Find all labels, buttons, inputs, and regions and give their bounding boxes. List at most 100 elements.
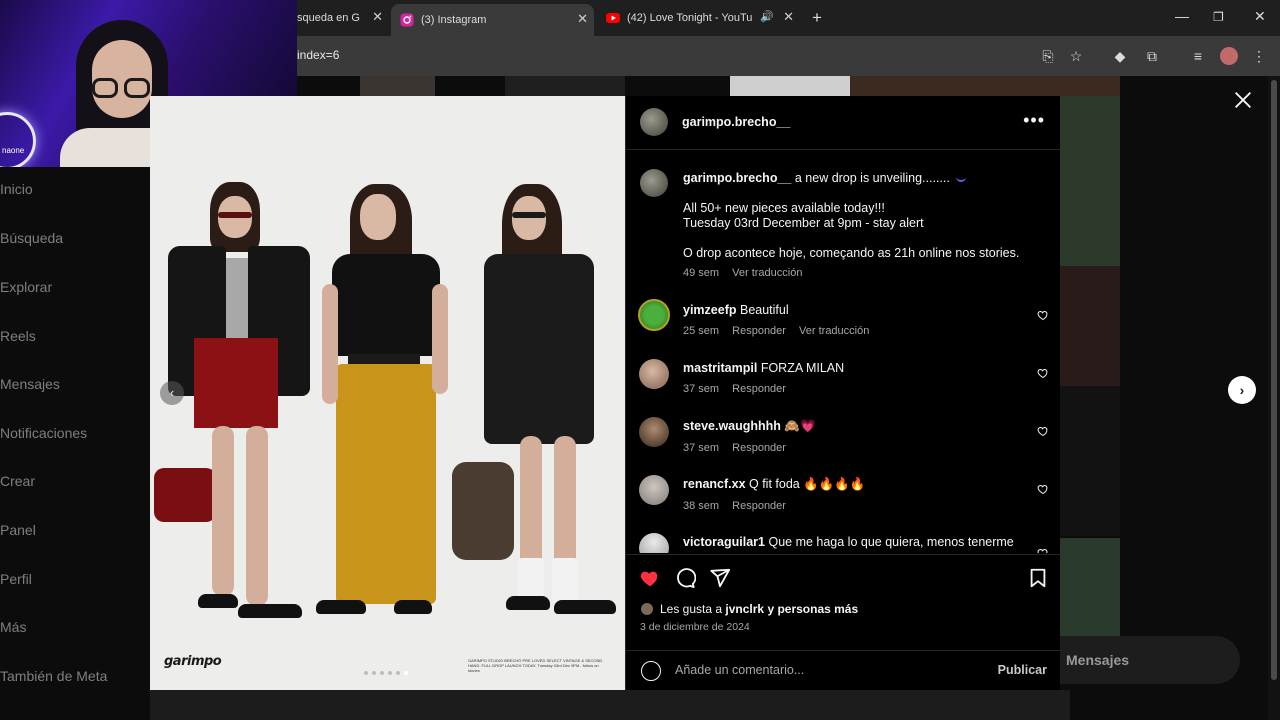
post-author-username[interactable]: garimpo.brecho__ bbox=[682, 115, 790, 129]
emoji-picker-icon[interactable] bbox=[641, 661, 661, 681]
media-controls-icon[interactable]: ≡ bbox=[1189, 47, 1207, 65]
comment-avatar[interactable] bbox=[639, 533, 669, 553]
install-app-icon[interactable]: ⎘ bbox=[1039, 47, 1057, 65]
caption-author-avatar[interactable] bbox=[640, 169, 668, 197]
minimize-icon[interactable]: — bbox=[1175, 8, 1189, 24]
next-post-button[interactable]: › bbox=[1228, 376, 1256, 404]
tab-youtube[interactable]: (42) Love Tonight - YouTub 🔊 ✕ bbox=[606, 6, 802, 30]
background-thumbnail bbox=[150, 690, 1070, 720]
sidebar-item-busqueda[interactable]: Búsqueda bbox=[0, 230, 63, 246]
page-scrollbar[interactable] bbox=[1268, 76, 1280, 720]
post-author-avatar[interactable] bbox=[640, 108, 668, 136]
post-image[interactable]: garimpo GARIMPO STUDIO BRECHÓ PRE LOVED … bbox=[150, 96, 625, 690]
comment-item: yimzeefp Beautiful 25 sem Responder Ver … bbox=[626, 299, 1061, 351]
bookmark-star-icon[interactable]: ☆ bbox=[1067, 47, 1085, 65]
save-bookmark-icon[interactable] bbox=[1027, 567, 1049, 589]
sidebar-item-mensajes[interactable]: Mensajes bbox=[0, 376, 60, 392]
comment-item: steve.waughhhh 🙈💗 37 sem Responder bbox=[626, 417, 1061, 467]
background-thumbnail bbox=[1060, 266, 1120, 386]
sidebar-item-inicio[interactable]: Inicio bbox=[0, 181, 33, 197]
extension-diamond-icon[interactable]: ◆ bbox=[1111, 47, 1129, 65]
likes-suffix[interactable]: y personas más bbox=[767, 602, 858, 616]
comment-item: renancf.xx Q fit foda 🔥🔥🔥🔥 38 sem Respon… bbox=[626, 475, 1061, 525]
likes-user[interactable]: jvnclrk bbox=[725, 602, 764, 616]
tab-instagram-title: (3) Instagram bbox=[421, 14, 487, 26]
comment-time: 38 sem bbox=[683, 500, 720, 512]
comment-username[interactable]: victoraguilar1 bbox=[683, 535, 765, 549]
comment-avatar[interactable] bbox=[639, 417, 669, 447]
sidebar-item-crear[interactable]: Crear bbox=[0, 473, 35, 489]
like-comment-heart-icon[interactable] bbox=[1037, 547, 1049, 553]
url-text[interactable]: index=6 bbox=[297, 48, 339, 62]
caption-line-4: O drop acontece hoje, começando as 21h o… bbox=[683, 246, 1020, 260]
comment-username[interactable]: steve.waughhhh bbox=[683, 419, 781, 433]
background-thumbnail bbox=[1060, 538, 1120, 648]
background-thumbnail bbox=[1060, 386, 1120, 536]
likes-prefix: Les gusta a bbox=[660, 602, 723, 616]
reply-link[interactable]: Responder bbox=[732, 325, 786, 337]
messages-pill-label: Mensajes bbox=[1066, 652, 1130, 668]
ring-light-label: naone bbox=[2, 146, 25, 155]
like-heart-icon[interactable] bbox=[639, 567, 661, 589]
close-icon[interactable]: ✕ bbox=[372, 9, 383, 25]
profile-avatar-icon[interactable] bbox=[1220, 47, 1238, 65]
publish-button[interactable]: Publicar bbox=[998, 663, 1047, 677]
screen: Inicio Búsqueda Explorar Reels Mensajes … bbox=[0, 0, 1280, 720]
sidebar-item-panel[interactable]: Panel bbox=[0, 522, 36, 538]
comment-time: 37 sem bbox=[683, 383, 720, 395]
window-close-icon[interactable]: ✕ bbox=[1254, 8, 1266, 25]
new-tab-button[interactable]: + bbox=[812, 8, 822, 28]
sidebar-item-notificaciones[interactable]: Notificaciones bbox=[0, 425, 87, 441]
comment-text: FORZA MILAN bbox=[760, 361, 845, 375]
liker-avatar[interactable] bbox=[640, 602, 654, 616]
sidebar-item-mas[interactable]: Más bbox=[0, 619, 26, 635]
caption-username[interactable]: garimpo.brecho__ bbox=[683, 171, 791, 185]
sidebar-item-reels[interactable]: Reels bbox=[0, 328, 36, 344]
add-comment-input[interactable]: Añade un comentario... bbox=[675, 663, 804, 677]
share-paper-plane-icon[interactable] bbox=[709, 567, 731, 589]
more-options-icon[interactable]: ••• bbox=[1023, 110, 1045, 131]
close-icon[interactable]: ✕ bbox=[783, 9, 794, 25]
background-thumbnail bbox=[1060, 96, 1120, 266]
close-icon[interactable] bbox=[1232, 89, 1254, 111]
comment-username[interactable]: yimzeefp bbox=[683, 303, 737, 317]
carousel-dot-active bbox=[404, 671, 408, 675]
sidebar-item-perfil[interactable]: Perfil bbox=[0, 571, 32, 587]
post-side-panel: garimpo.brecho__ ••• garimpo.brecho__ a … bbox=[625, 96, 1061, 690]
comment-text: Beautiful bbox=[739, 303, 789, 317]
speaker-icon[interactable]: 🔊 bbox=[760, 10, 774, 23]
sidebar-item-tambien-de-meta[interactable]: También de Meta bbox=[0, 668, 107, 684]
browser-menu-icon[interactable]: ⋮ bbox=[1250, 47, 1268, 65]
tab-search[interactable]: squeda en G ✕ bbox=[297, 6, 389, 30]
like-comment-heart-icon[interactable] bbox=[1037, 483, 1049, 495]
close-icon[interactable]: ✕ bbox=[577, 11, 588, 27]
tab-instagram[interactable]: (3) Instagram ✕ bbox=[391, 4, 594, 36]
previous-image-button[interactable]: ‹ bbox=[160, 381, 184, 405]
translate-link[interactable]: Ver traducción bbox=[799, 325, 869, 337]
messages-pill[interactable]: Mensajes bbox=[1040, 636, 1240, 684]
reply-link[interactable]: Responder bbox=[732, 383, 786, 395]
comment-bubble-icon[interactable] bbox=[674, 567, 696, 589]
caption-translate-link[interactable]: Ver traducción bbox=[732, 267, 802, 279]
comment-username[interactable]: mastritampil bbox=[683, 361, 757, 375]
carousel-dot bbox=[396, 671, 400, 675]
like-comment-heart-icon[interactable] bbox=[1037, 367, 1049, 379]
reply-link[interactable]: Responder bbox=[732, 500, 786, 512]
like-comment-heart-icon[interactable] bbox=[1037, 309, 1049, 321]
scrollbar-thumb[interactable] bbox=[1271, 80, 1277, 680]
comment-avatar[interactable] bbox=[639, 359, 669, 389]
restore-icon[interactable]: ❐ bbox=[1213, 10, 1224, 24]
carousel-dot bbox=[380, 671, 384, 675]
post-date: 3 de diciembre de 2024 bbox=[640, 621, 750, 633]
comment-time: 37 sem bbox=[683, 442, 720, 454]
reply-link[interactable]: Responder bbox=[732, 442, 786, 454]
extensions-puzzle-icon[interactable]: ⧉ bbox=[1143, 47, 1161, 65]
sidebar-item-explorar[interactable]: Explorar bbox=[0, 279, 52, 295]
comment-text: 🙈💗 bbox=[784, 419, 816, 433]
comment-avatar[interactable] bbox=[638, 299, 670, 331]
caption-time: 49 sem bbox=[683, 267, 720, 279]
like-comment-heart-icon[interactable] bbox=[1037, 425, 1049, 437]
comment-username[interactable]: renancf.xx bbox=[683, 477, 746, 491]
comment-avatar[interactable] bbox=[639, 475, 669, 505]
youtube-icon bbox=[606, 13, 620, 23]
